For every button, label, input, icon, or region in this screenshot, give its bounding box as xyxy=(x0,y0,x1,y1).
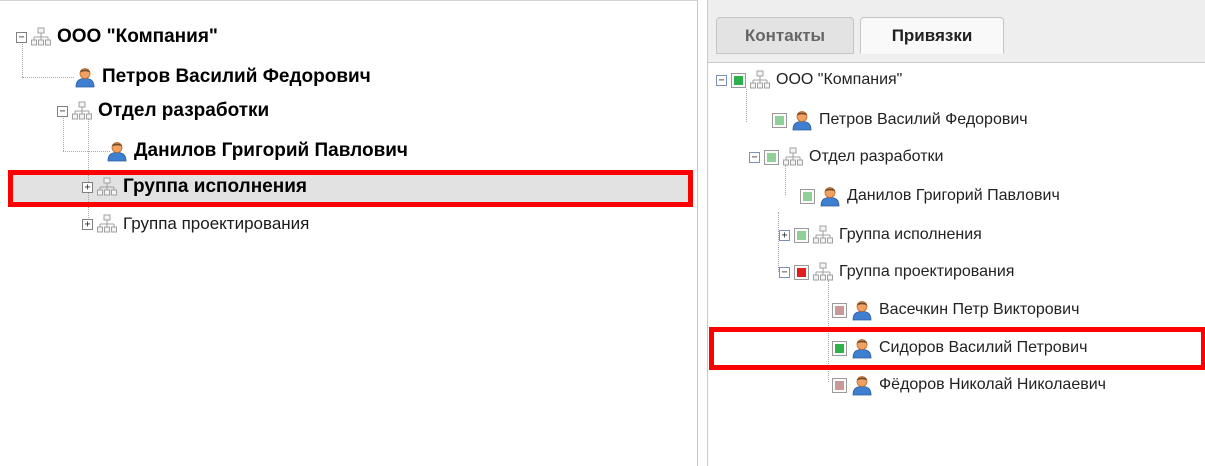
highlight-box xyxy=(709,327,1205,370)
check-node[interactable]: + Группа исполнения xyxy=(779,220,982,250)
person-icon xyxy=(791,109,813,131)
org-icon xyxy=(72,101,92,121)
tree-node-group[interactable]: + Группа проектирования xyxy=(82,209,309,239)
org-icon xyxy=(31,27,51,47)
org-icon xyxy=(750,70,770,90)
panel-top-border xyxy=(0,0,697,11)
tree-node-label: Группа исполнения xyxy=(839,226,982,243)
person-icon xyxy=(851,374,873,396)
tree-connector xyxy=(63,151,110,152)
check-node[interactable]: Данилов Григорий Павлович xyxy=(800,181,1060,211)
checkbox[interactable] xyxy=(772,112,787,128)
collapse-icon[interactable]: − xyxy=(716,74,727,86)
checkbox[interactable] xyxy=(832,302,847,318)
check-node[interactable]: − ООО "Компания" xyxy=(716,65,902,95)
collapse-icon[interactable]: − xyxy=(779,266,790,278)
tree-node-label: Васечкин Петр Викторович xyxy=(879,301,1080,318)
checkbox[interactable] xyxy=(832,377,847,393)
check-node[interactable]: Васечкин Петр Викторович xyxy=(832,295,1079,325)
tree-node-label: Данилов Григорий Павлович xyxy=(847,187,1060,204)
org-icon xyxy=(97,214,117,234)
tree-node-label: Фёдоров Николай Николаевич xyxy=(879,376,1106,393)
person-icon xyxy=(74,66,96,88)
collapse-icon[interactable]: − xyxy=(57,105,68,117)
person-icon xyxy=(851,299,873,321)
checkbox[interactable] xyxy=(794,264,809,280)
org-icon xyxy=(813,262,833,282)
org-icon xyxy=(783,147,803,167)
tree-node-person[interactable]: Данилов Григорий Павлович xyxy=(106,136,408,166)
tree-node-label: ООО "Компания" xyxy=(776,71,903,88)
highlight-box xyxy=(8,170,693,207)
tree-node-label: Группа проектирования xyxy=(123,214,310,233)
right-panel: Контакты Привязки − ООО "Компания" Петро… xyxy=(707,0,1205,466)
tree-node-root[interactable]: − ООО "Компания" xyxy=(16,22,218,52)
tree-node-person[interactable]: Петров Василий Федорович xyxy=(74,62,371,92)
collapse-icon[interactable]: − xyxy=(16,31,27,43)
tree-node-label: Группа проектирования xyxy=(839,263,1015,280)
tree-node-label: Отдел разработки xyxy=(98,100,270,121)
tree-connector xyxy=(22,77,74,78)
check-node[interactable]: − Группа проектирования xyxy=(779,257,1014,287)
collapse-icon[interactable]: − xyxy=(749,151,760,163)
tree-node-label: Петров Василий Федорович xyxy=(819,111,1028,128)
org-icon xyxy=(813,225,833,245)
checkbox[interactable] xyxy=(731,72,746,88)
expand-icon[interactable]: + xyxy=(82,218,93,230)
check-node[interactable]: Фёдоров Николай Николаевич xyxy=(832,370,1106,400)
tree-node-label: Отдел разработки xyxy=(809,148,944,165)
tree-node-label: ООО "Компания" xyxy=(57,26,218,47)
check-node[interactable]: Петров Василий Федорович xyxy=(772,105,1028,135)
tree-node-department[interactable]: − Отдел разработки xyxy=(57,96,269,126)
tab-links[interactable]: Привязки xyxy=(860,17,1004,54)
tab-contacts[interactable]: Контакты xyxy=(716,17,854,54)
tab-bar: Контакты Привязки xyxy=(708,0,1205,63)
checkbox[interactable] xyxy=(764,149,779,165)
tree-node-label: Петров Василий Федорович xyxy=(102,66,371,87)
left-tree-panel: − ООО "Компания" Петров Василий Федорови… xyxy=(0,0,698,466)
check-node[interactable]: − Отдел разработки xyxy=(749,142,943,172)
checkbox[interactable] xyxy=(800,188,815,204)
person-icon xyxy=(106,140,128,162)
tree-node-label: Данилов Григорий Павлович xyxy=(134,140,408,161)
checkbox[interactable] xyxy=(794,227,809,243)
person-icon xyxy=(819,185,841,207)
expand-icon[interactable]: + xyxy=(779,229,790,241)
